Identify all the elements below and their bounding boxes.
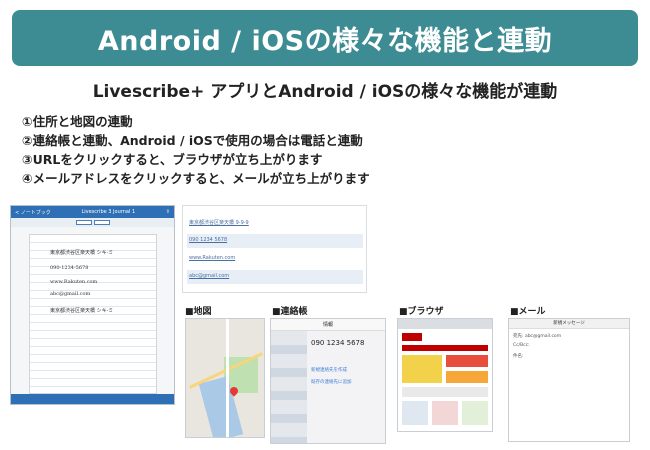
mail-label: ■メール [510, 307, 546, 317]
mail-cc-field[interactable]: Cc/Bcc: [513, 343, 530, 348]
handwritten-note[interactable]: 090-1234-5678 [50, 265, 88, 271]
phone-link-row[interactable]: 090 1234 5678 [187, 234, 363, 248]
phone-link[interactable]: 090 1234 5678 [189, 237, 227, 243]
banner-title: Android / iOSの様々な機能と連動 [97, 25, 553, 57]
feature-item: ①住所と地図の連動 [22, 114, 133, 129]
address-link-row[interactable]: 東京都渋谷区楽天橋 9-9-9 [187, 216, 363, 230]
contacts-header: 情報 [271, 319, 385, 331]
feature-item: ④メールアドレスをクリックすると、メールが立ち上がります [22, 171, 370, 186]
tablet-title: Livescribe 3 Journal 1 [81, 209, 136, 215]
contacts-screenshot: 情報 090 1234 5678 新規連絡先を作成 既存の連絡先に追加 [270, 318, 386, 444]
title-banner: Android / iOSの様々な機能と連動 [12, 10, 638, 66]
mail-screenshot: 新規メッセージ 宛先: abc@gmail.com Cc/Bcc: 件名: [508, 318, 630, 442]
browser-label: ■ブラウザ [399, 307, 444, 317]
url-link-row[interactable]: www.Rakuten.com [187, 252, 363, 266]
contacts-sidebar [271, 331, 307, 443]
contact-phone: 090 1234 5678 [311, 339, 365, 347]
share-icon[interactable]: ⇪ [166, 209, 170, 215]
create-contact-link[interactable]: 新規連絡先を作成 [311, 367, 347, 373]
back-button[interactable]: < ノートブック [15, 209, 51, 216]
tablet-screenshot: < ノートブック Livescribe 3 Journal 1 ⇪ 東京都渋谷区… [10, 205, 175, 405]
tablet-tabs [11, 218, 174, 227]
map-label: ■地図 [185, 307, 212, 317]
handwritten-note[interactable]: 東京都渋谷区楽天橋 シキ-ミ [50, 307, 113, 314]
address-link[interactable]: 東京都渋谷区楽天橋 9-9-9 [189, 219, 249, 226]
url-link[interactable]: www.Rakuten.com [189, 255, 235, 261]
feature-item: ②連絡帳と連動、Android / iOSで使用の場合は電話と連動 [22, 133, 363, 148]
feature-item: ③URLをクリックすると、ブラウザが立ち上がります [22, 152, 323, 167]
browser-toolbar [398, 319, 492, 329]
handwritten-note[interactable]: 東京都渋谷区楽天橋 シキ-ミ [50, 249, 113, 256]
mail-to-field[interactable]: 宛先: abc@gmail.com [513, 333, 561, 339]
handwritten-note[interactable]: www.Rakuten.com [50, 279, 97, 285]
contacts-label: ■連絡帳 [272, 307, 308, 317]
map-screenshot [185, 318, 265, 438]
mail-header: 新規メッセージ [509, 319, 629, 329]
mail-subject-field[interactable]: 件名: [513, 353, 524, 359]
email-link-row[interactable]: abc@gmail.com [187, 270, 363, 284]
email-link[interactable]: abc@gmail.com [189, 273, 229, 279]
add-to-contact-link[interactable]: 既存の連絡先に追加 [311, 379, 352, 385]
feature-list: ①住所と地図の連動 ②連絡帳と連動、Android / iOSで使用の場合は電話… [22, 112, 370, 188]
handwritten-note[interactable]: abc@gmail.com [50, 291, 90, 297]
browser-screenshot [397, 318, 493, 432]
tablet-bottombar [11, 394, 174, 404]
site-logo[interactable] [402, 333, 422, 341]
notebook-page: 東京都渋谷区楽天橋 シキ-ミ 090-1234-5678 www.Rakuten… [29, 234, 157, 394]
subtitle: Livescribe+ アプリとAndroid / iOSの様々な機能が連動 [92, 82, 558, 102]
tablet-topbar: < ノートブック Livescribe 3 Journal 1 ⇪ [11, 206, 174, 218]
text-document-screenshot: 東京都渋谷区楽天橋 9-9-9 090 1234 5678 www.Rakute… [182, 205, 367, 293]
